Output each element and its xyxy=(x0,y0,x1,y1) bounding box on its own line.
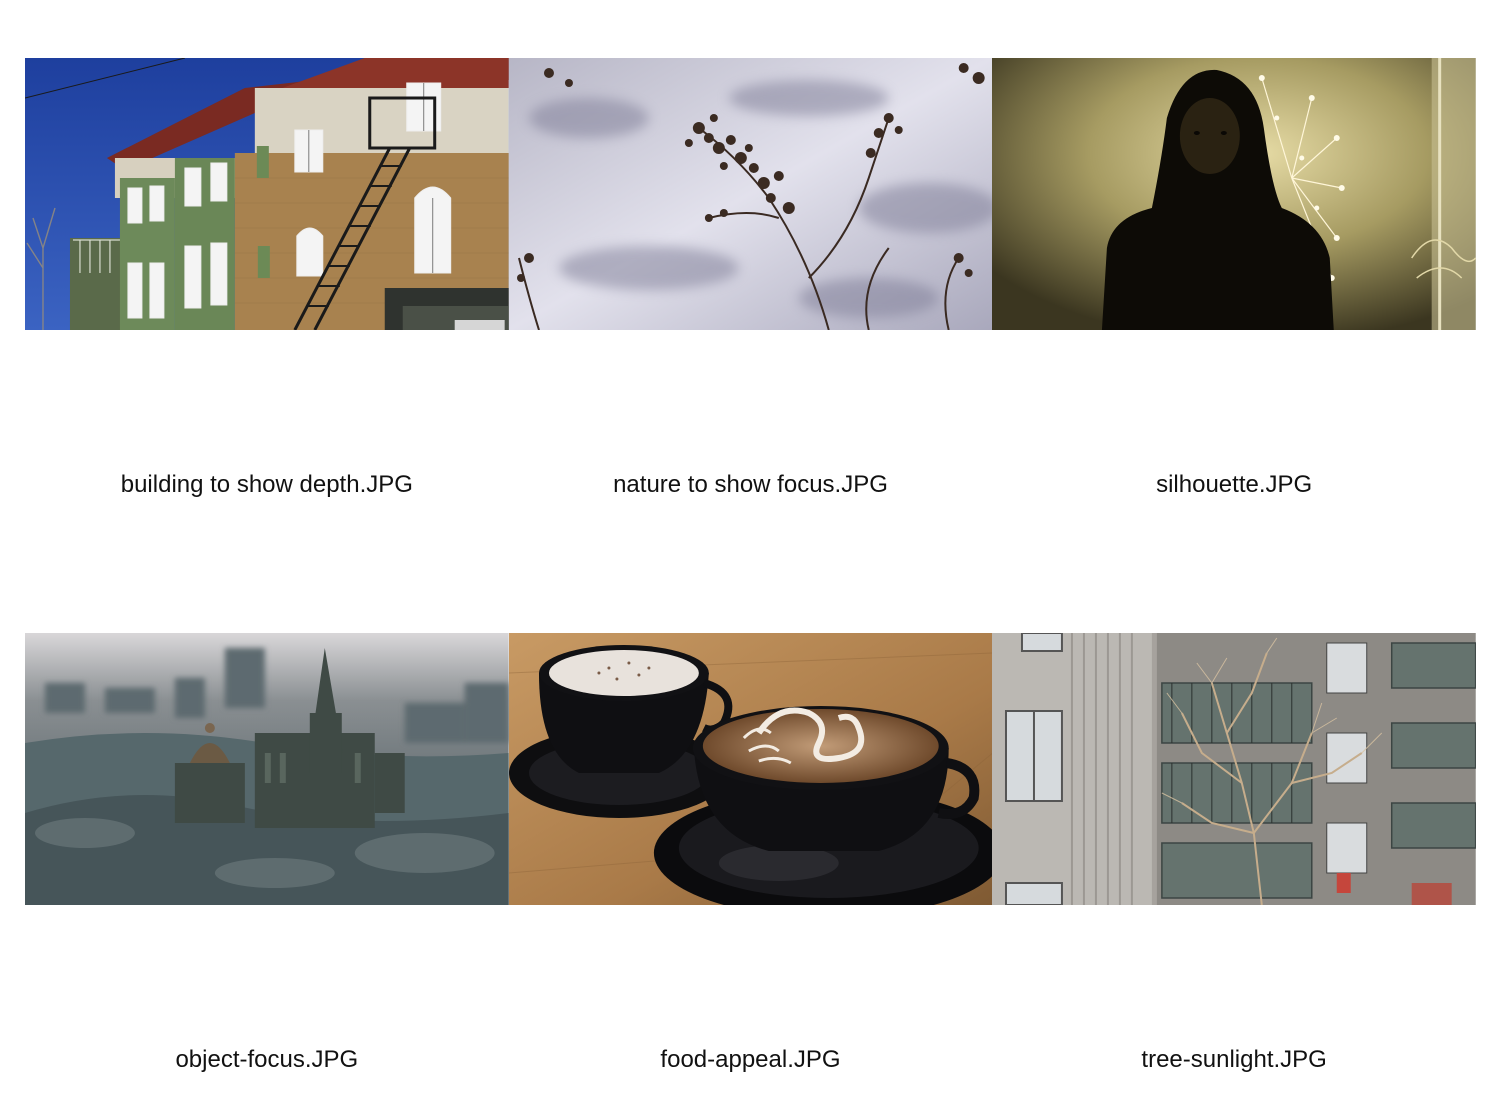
gallery-row-1 xyxy=(25,58,1476,330)
gallery-row-2 xyxy=(25,633,1476,905)
thumbnail-silhouette[interactable] xyxy=(992,58,1476,330)
thumbnail-nature[interactable] xyxy=(508,58,993,330)
building-photo xyxy=(25,58,509,330)
file-name-label[interactable]: building to show depth.JPG xyxy=(25,470,509,500)
thumbnail-tree[interactable] xyxy=(992,633,1476,905)
thumbnail-object[interactable] xyxy=(25,633,509,905)
file-name-label[interactable]: object-focus.JPG xyxy=(25,1045,509,1075)
caption-row-1: building to show depth.JPG nature to sho… xyxy=(25,470,1476,500)
coffee-photo xyxy=(508,633,993,905)
silhouette-photo xyxy=(992,58,1476,330)
nature-photo xyxy=(508,58,993,330)
file-name-label[interactable]: silhouette.JPG xyxy=(992,470,1476,500)
file-name-label[interactable]: nature to show focus.JPG xyxy=(509,470,993,500)
thumbnail-building[interactable] xyxy=(25,58,509,330)
tree-photo xyxy=(992,633,1476,905)
caption-row-2: object-focus.JPG food-appeal.JPG tree-su… xyxy=(25,1045,1476,1075)
thumbnail-coffee[interactable] xyxy=(508,633,993,905)
file-name-label[interactable]: tree-sunlight.JPG xyxy=(992,1045,1476,1075)
file-name-label[interactable]: food-appeal.JPG xyxy=(509,1045,993,1075)
object-photo xyxy=(25,633,509,905)
